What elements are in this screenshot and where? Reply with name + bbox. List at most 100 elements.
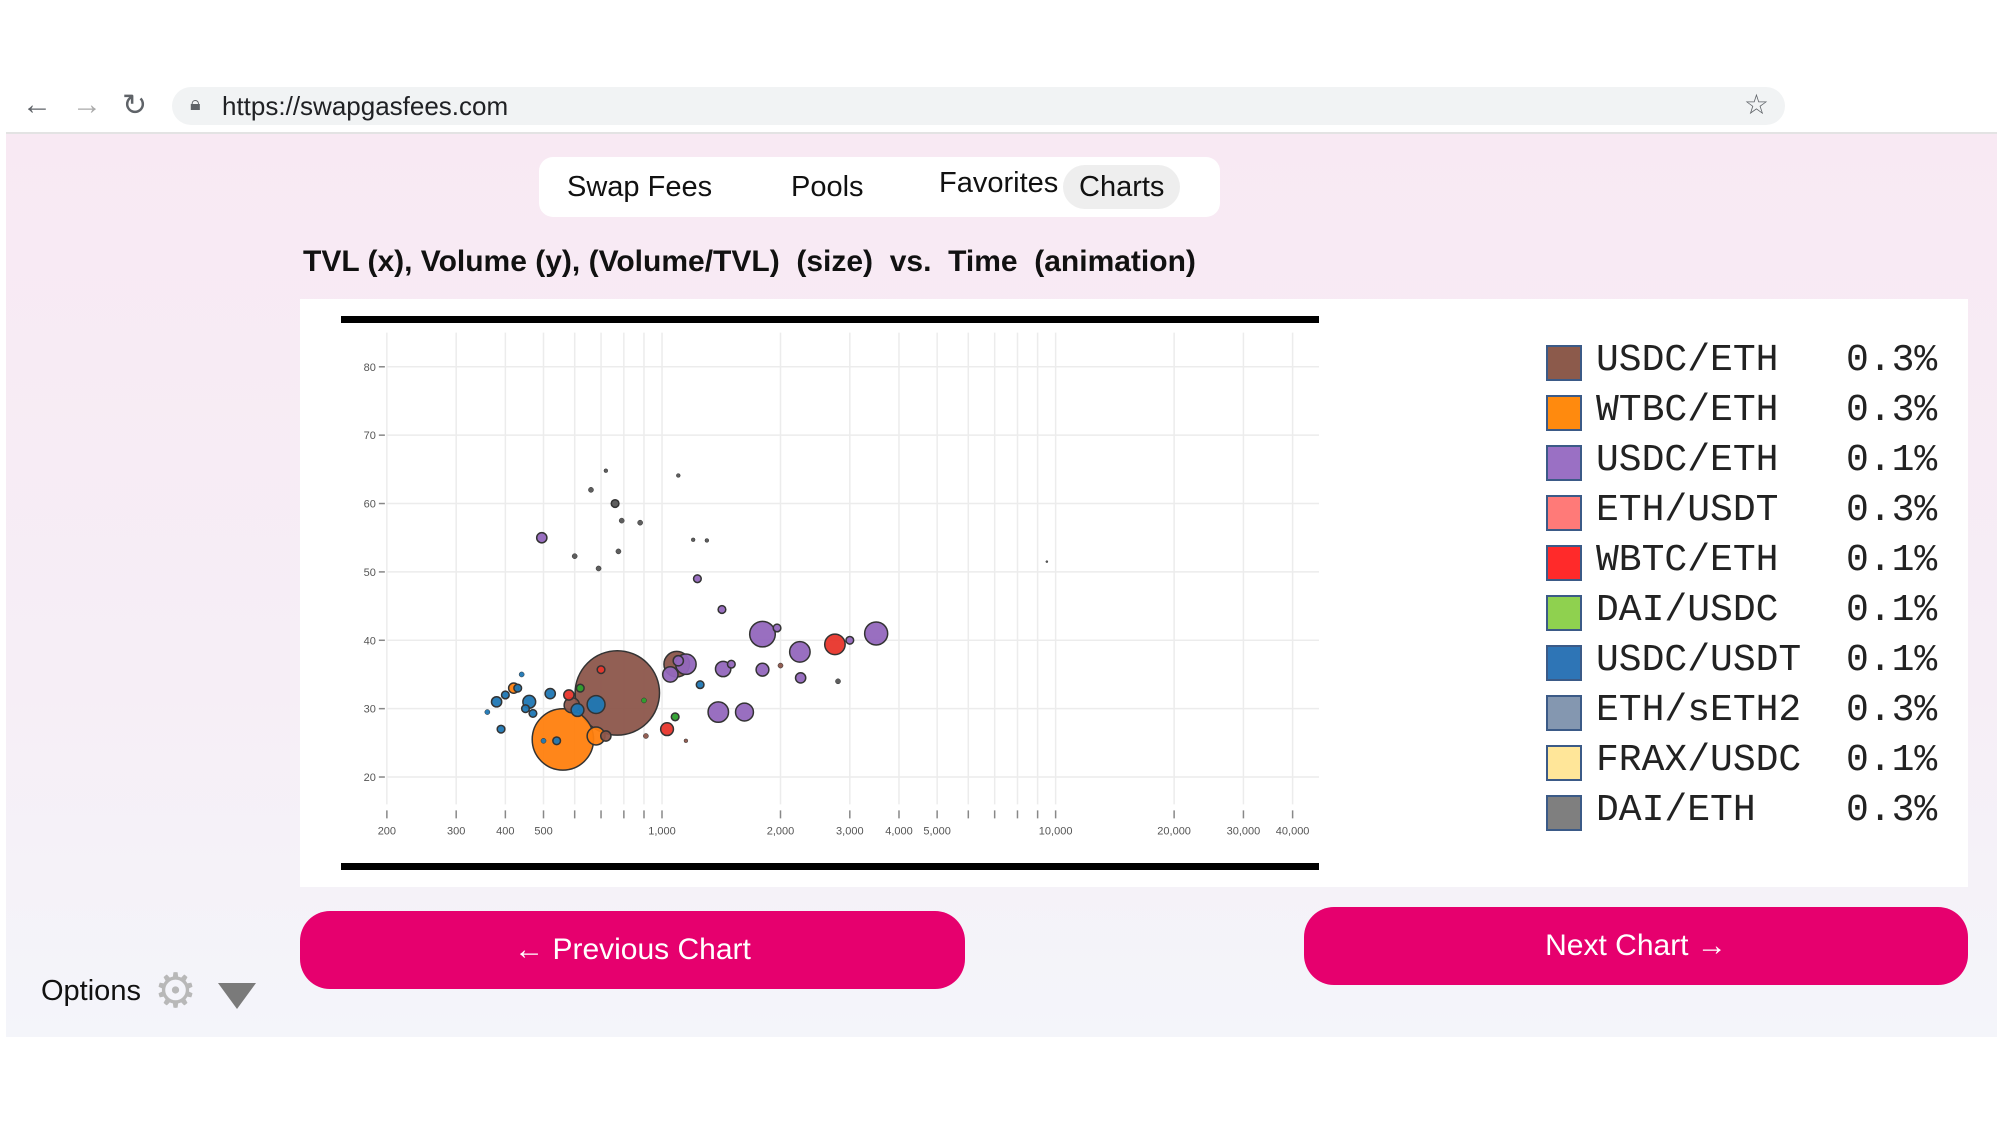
data-point-dai-eth: [603, 468, 609, 473]
data-point-usdc-usdt: [586, 694, 606, 715]
legend-label: ETH/USDT: [1596, 489, 1779, 532]
next-chart-button[interactable]: Next Chart →: [1304, 907, 1968, 985]
x-tick-label: 10,000: [1039, 825, 1073, 837]
legend-fee: 0.3%: [1846, 689, 1938, 732]
star-icon[interactable]: ☆: [1744, 88, 1769, 121]
data-point-wbtc-eth: [563, 689, 575, 701]
lock-icon: 🔒︎: [190, 93, 201, 115]
plot-bottom-border: [341, 863, 1319, 870]
legend-swatch: [1546, 795, 1582, 831]
legend-item[interactable]: FRAX/USDC 0.1%: [1546, 739, 1966, 789]
options-label[interactable]: Options: [41, 975, 141, 1008]
url-text[interactable]: https://swapgasfees.com: [222, 91, 508, 122]
address-bar[interactable]: 🔒︎ https://swapgasfees.com ☆: [172, 87, 1785, 125]
data-point-usdc-eth: [661, 666, 679, 683]
data-point-dai-eth: [571, 553, 578, 559]
legend-swatch: [1546, 645, 1582, 681]
data-point-dai-eth: [618, 517, 625, 524]
page-title: TVL (x), Volume (y), (Volume/TVL) (size)…: [303, 245, 1196, 278]
data-point-dai-eth: [595, 565, 602, 572]
reload-icon[interactable]: ↻: [122, 88, 147, 123]
triangle-down-icon[interactable]: [218, 983, 256, 1009]
data-point-usdc-usdt: [496, 724, 506, 734]
tab-favorites[interactable]: Favorites: [923, 161, 1074, 205]
legend-fee: 0.3%: [1846, 789, 1938, 832]
data-point-usdc-usdt: [490, 695, 503, 708]
legend-item[interactable]: ETH/USDT 0.3%: [1546, 489, 1966, 539]
data-point-dai-usdc: [575, 683, 585, 693]
x-tick-label: 500: [534, 825, 552, 837]
data-point-usdc-eth: [748, 620, 777, 648]
data-point-usdc-usdt: [570, 702, 585, 718]
legend-swatch: [1546, 345, 1582, 381]
legend-fee: 0.1%: [1846, 739, 1938, 782]
legend-fee: 0.1%: [1846, 539, 1938, 582]
data-point-wbtc-eth: [596, 665, 606, 675]
data-point-usdc-eth: [726, 659, 736, 669]
legend-item[interactable]: DAI/USDC 0.1%: [1546, 589, 1966, 639]
data-point-usdc-eth: [845, 635, 855, 645]
data-point-dai-eth: [704, 538, 710, 543]
data-point-usdc-eth: [772, 623, 782, 633]
tab-pools[interactable]: Pools: [775, 165, 880, 209]
y-tick-label: 70: [364, 430, 376, 442]
data-point-usdc-usdt: [518, 671, 525, 678]
legend-item[interactable]: USDC/USDT 0.1%: [1546, 639, 1966, 689]
legend-label: DAI/USDC: [1596, 589, 1779, 632]
data-point-dai-eth: [835, 678, 841, 685]
data-point-dai-eth: [637, 519, 643, 526]
legend-label: USDC/USDT: [1596, 639, 1802, 682]
y-tick-label: 20: [364, 772, 376, 784]
legend-item[interactable]: USDC/ETH 0.3%: [1546, 339, 1966, 389]
data-point-usdc-eth: [535, 531, 548, 544]
y-tick-label: 40: [364, 635, 376, 647]
legend-swatch: [1546, 395, 1582, 431]
data-point-usdc-usdt: [695, 680, 705, 690]
legend-fee: 0.1%: [1846, 589, 1938, 632]
legend-item[interactable]: DAI/ETH 0.3%: [1546, 789, 1966, 839]
data-point-usdc-usdt: [528, 708, 538, 719]
previous-chart-button[interactable]: ← Previous Chart: [300, 911, 965, 989]
legend-fee: 0.1%: [1846, 439, 1938, 482]
data-point-dai-eth: [588, 487, 594, 493]
nav-tabs: Swap Fees Pools Favorites Charts: [539, 157, 1220, 217]
scatter-plot[interactable]: 20 30 40 50 60 70 80 200 300 400 500 1,000 2,000 3,00…: [341, 316, 1319, 870]
legend-label: USDC/ETH: [1596, 439, 1779, 482]
legend-item[interactable]: USDC/ETH 0.1%: [1546, 439, 1966, 489]
legend-item[interactable]: ETH/sETH2 0.3%: [1546, 689, 1966, 739]
data-point-usdc-eth: [717, 604, 727, 615]
legend-swatch: [1546, 595, 1582, 631]
back-icon[interactable]: ←: [22, 88, 52, 122]
x-tick-label: 30,000: [1227, 825, 1261, 837]
legend-fee: 0.3%: [1846, 389, 1938, 432]
data-point-usdc-usdt: [513, 683, 523, 693]
legend-fee: 0.3%: [1846, 489, 1938, 532]
chart-panel: 20 30 40 50 60 70 80 200 300 400 500 1,000 2,000 3,00…: [300, 299, 1968, 887]
x-tick-label: 5,000: [923, 825, 951, 837]
data-point-usdc-eth: [863, 621, 889, 646]
data-point-usdc-eth: [755, 662, 770, 677]
legend-swatch: [1546, 445, 1582, 481]
data-point-dai-eth: [1045, 560, 1049, 563]
data-point-dai-eth: [691, 537, 696, 542]
gear-icon[interactable]: ⚙: [154, 968, 197, 1016]
legend-item[interactable]: WTBC/ETH 0.3%: [1546, 389, 1966, 439]
x-tick-label: 40,000: [1276, 825, 1310, 837]
data-point-usdc-eth: [788, 640, 811, 663]
legend-swatch: [1546, 745, 1582, 781]
data-point-usdc-eth: [683, 738, 689, 743]
legend-swatch: [1546, 495, 1582, 531]
legend-label: ETH/sETH2: [1596, 689, 1802, 732]
x-tick-label: 2,000: [767, 825, 795, 837]
tab-swap-fees[interactable]: Swap Fees: [551, 165, 728, 209]
data-point-usdc-eth: [707, 701, 730, 724]
legend-label: USDC/ETH: [1596, 339, 1779, 382]
data-point-usdc-usdt: [552, 736, 562, 746]
forward-icon[interactable]: →: [72, 88, 102, 122]
data-point-usdc-eth: [734, 702, 755, 722]
tab-charts[interactable]: Charts: [1063, 165, 1181, 209]
plot-top-border: [341, 316, 1319, 323]
legend-item[interactable]: WBTC/ETH 0.1%: [1546, 539, 1966, 589]
chart-svg: 20 30 40 50 60 70 80 200 300 400 500 1,000 2,000 3,00…: [364, 332, 1319, 837]
legend-swatch: [1546, 545, 1582, 581]
